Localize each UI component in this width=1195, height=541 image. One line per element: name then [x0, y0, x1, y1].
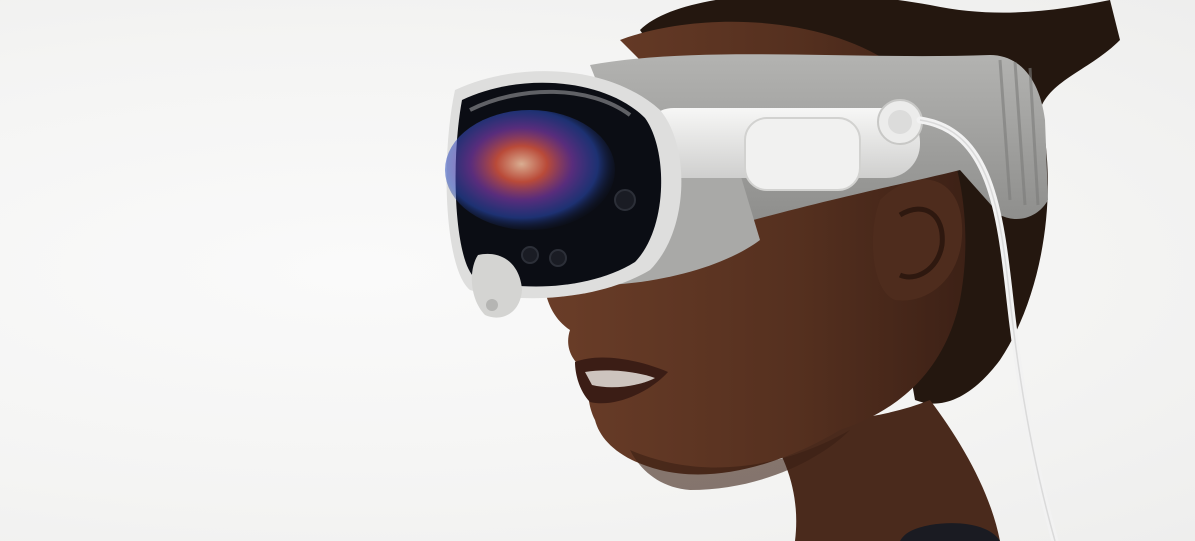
photo-stage: [0, 0, 1195, 541]
display-glow: [445, 110, 615, 230]
sensor-icon: [614, 189, 636, 211]
sensor-icon: [521, 246, 539, 264]
headset-photo: [445, 0, 1120, 541]
sensor-icon: [549, 249, 567, 267]
